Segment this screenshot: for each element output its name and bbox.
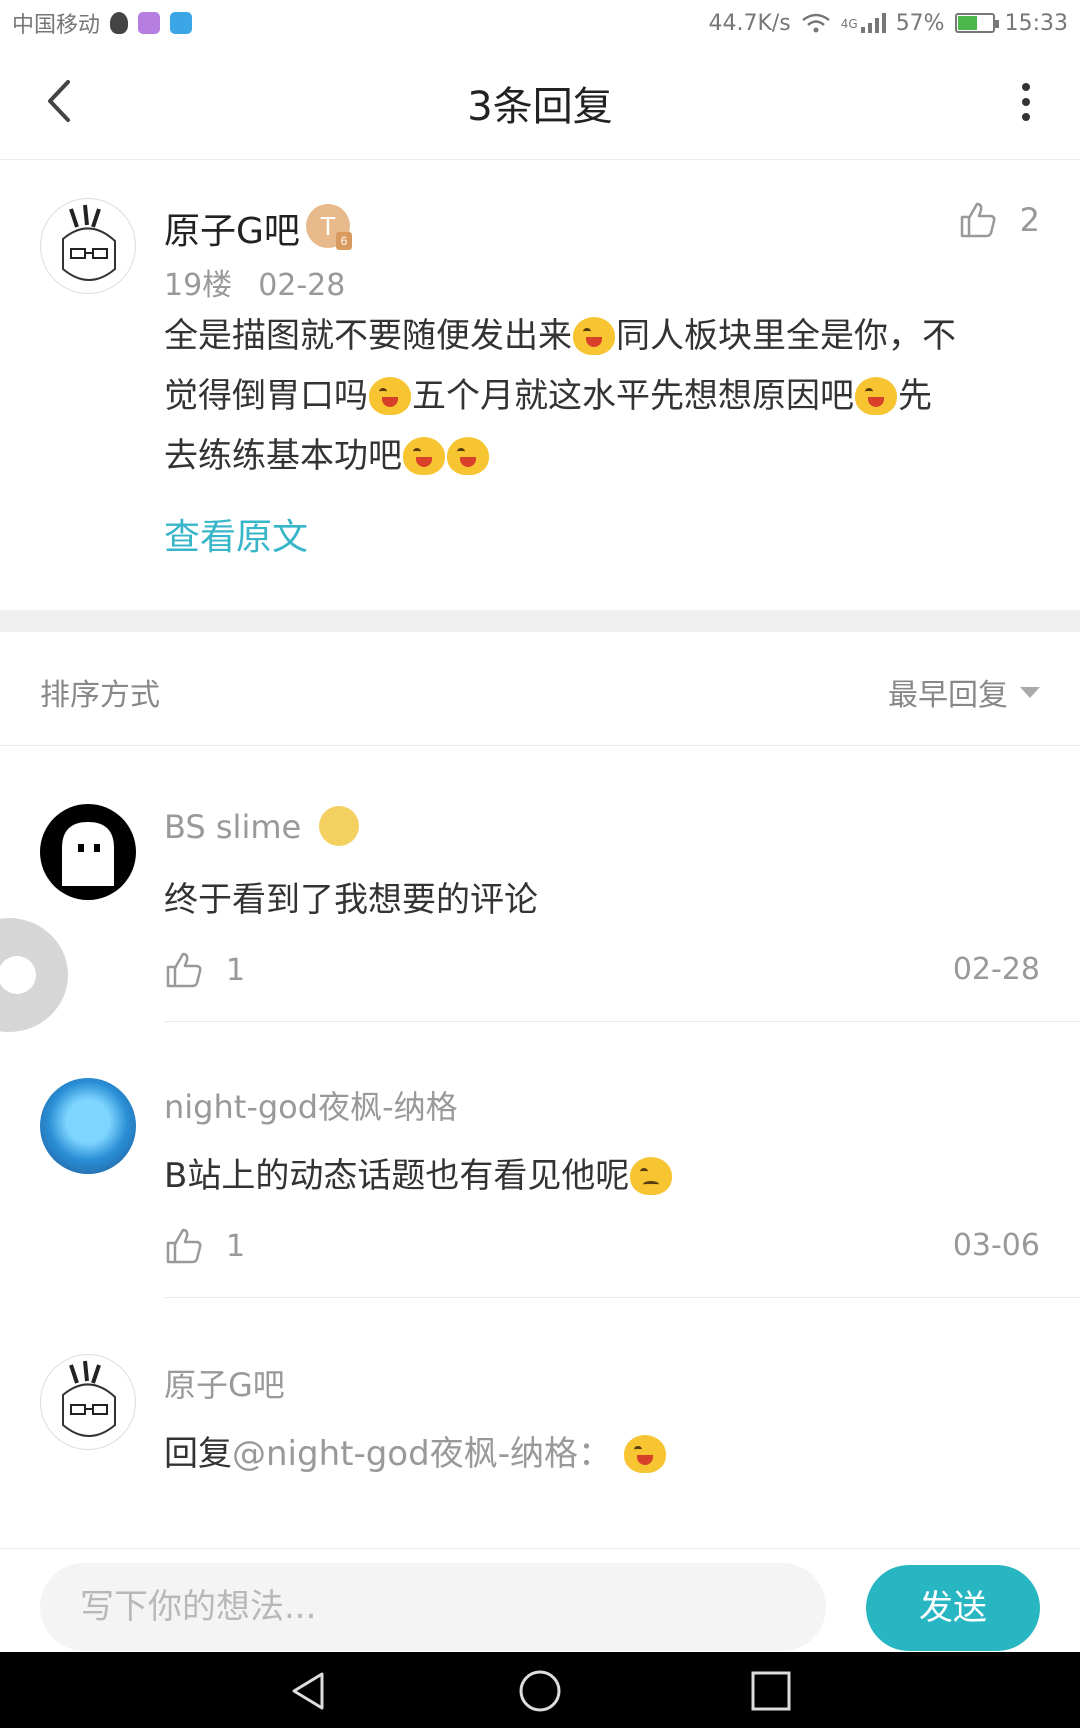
status-bar: 中国移动 44.7K/s 4G 57% 15:33	[0, 0, 1080, 46]
nav-back-icon[interactable]	[286, 1668, 332, 1714]
wifi-icon	[801, 13, 830, 33]
reply-author-name[interactable]: night-god夜枫-纳格	[164, 1082, 458, 1128]
laugh-emoji-icon	[573, 317, 615, 355]
level-badge-icon: T 6	[306, 204, 352, 250]
send-button[interactable]: 发送	[866, 1565, 1040, 1651]
signal-icon	[860, 13, 886, 33]
qq-icon	[110, 12, 129, 34]
sort-label: 排序方式	[40, 678, 160, 713]
sketch-avatar-image	[62, 204, 116, 281]
like-count: 1	[226, 1228, 246, 1264]
reply-date: 03-06	[952, 1228, 1040, 1263]
laugh-emoji-icon	[855, 377, 897, 415]
post-content-line: 去练练基本功吧	[164, 426, 1044, 486]
reply-text: B站上的动态话题也有看见他呢	[164, 1148, 673, 1197]
post-floor: 19楼	[164, 268, 233, 303]
dropdown-arrow-icon	[1020, 686, 1040, 698]
laugh-emoji-icon	[369, 377, 411, 415]
badge-level: 6	[336, 232, 352, 250]
clock: 15:33	[1004, 10, 1068, 36]
sweat-emoji-icon	[630, 1157, 673, 1195]
like-button[interactable]: 2	[958, 200, 1040, 240]
comment-input-bar: 写下你的想法... 发送	[0, 1548, 1080, 1652]
reply-author-text: BS slime	[164, 808, 302, 846]
nav-home-icon[interactable]	[517, 1668, 563, 1714]
network-type: 4G	[840, 16, 858, 31]
post-author-name[interactable]: 原子G吧	[164, 202, 300, 254]
thumbs-up-icon	[166, 1228, 202, 1264]
reply-author-name[interactable]: 原子G吧	[164, 1360, 285, 1406]
sort-bar: 排序方式 最早回复	[0, 632, 1080, 746]
post-meta: 19楼 02-28	[164, 260, 345, 304]
sort-dropdown[interactable]: 最早回复	[888, 670, 1040, 714]
laugh-emoji-icon	[447, 437, 489, 475]
section-divider	[0, 610, 1080, 632]
more-options-icon[interactable]	[1018, 82, 1034, 122]
post-content-text: 同人板块里全是你，不	[616, 316, 956, 356]
thumbs-up-icon	[166, 952, 202, 988]
network-speed: 44.7K/s	[708, 10, 791, 36]
user-decoration-icon	[319, 806, 360, 846]
reply-text-content: B站上的动态话题也有看见他呢	[164, 1156, 630, 1196]
like-count: 2	[1019, 201, 1040, 239]
post-content-text: 五个月就这水平先想想原因吧	[412, 376, 854, 416]
comment-input[interactable]: 写下你的想法...	[40, 1563, 826, 1651]
laugh-emoji-icon	[403, 437, 445, 475]
carrier-label: 中国移动	[12, 13, 101, 38]
main-post: 原子G吧 T 6 19楼 02-28 2 全是描图就不要随便发出来 同人板块里全是你…	[0, 160, 1080, 610]
like-button[interactable]: 1	[164, 1226, 245, 1266]
thumbs-up-icon	[960, 202, 996, 238]
reply-text: 回复@night-god夜枫-纳格：	[164, 1426, 667, 1475]
avatar[interactable]	[40, 1078, 136, 1174]
battery-percent: 57%	[895, 10, 945, 36]
ghost-avatar-image	[62, 822, 114, 886]
title-bar: 3条回复	[0, 46, 1080, 160]
avatar[interactable]	[40, 1354, 136, 1450]
system-nav-bar	[0, 1652, 1080, 1728]
app-notification-icon	[170, 12, 193, 34]
reply-author-name[interactable]: BS slime	[164, 806, 360, 846]
reply-item: 原子G吧 回复@night-god夜枫-纳格：	[0, 1298, 1080, 1518]
post-date: 02-28	[258, 268, 346, 303]
sort-value: 最早回复	[888, 678, 1008, 713]
post-content: 全是描图就不要随便发出来 同人板块里全是你，不觉得倒胃口吗 五个月就这水平先想想原因…	[164, 306, 1044, 486]
post-content-text: 全是描图就不要随便发出来	[164, 316, 572, 356]
badge-letter: T	[320, 211, 336, 241]
post-content-text: 觉得倒胃口吗	[164, 376, 368, 416]
page-title: 3条回复	[467, 84, 613, 130]
avatar[interactable]	[40, 804, 136, 900]
view-original-link[interactable]: 查看原文	[164, 508, 308, 560]
reply-item: BS slime 终于看到了我想要的评论 1 02-28	[0, 746, 1080, 1022]
avatar[interactable]	[40, 198, 136, 294]
post-content-text: 去练练基本功吧	[164, 436, 402, 476]
reply-date: 02-28	[952, 952, 1040, 987]
battery-fill	[957, 16, 977, 30]
mention-link[interactable]: @night-god夜枫-纳格：	[232, 1434, 612, 1474]
reply-prefix: 回复	[164, 1434, 232, 1474]
like-count: 1	[226, 952, 246, 988]
post-content-line: 全是描图就不要随便发出来 同人板块里全是你，不	[164, 306, 1044, 366]
nav-recents-icon[interactable]	[748, 1668, 794, 1714]
post-content-line: 觉得倒胃口吗 五个月就这水平先想想原因吧 先	[164, 366, 1044, 426]
reply-item: night-god夜枫-纳格 B站上的动态话题也有看见他呢 1 03-06	[0, 1022, 1080, 1298]
app-notification-icon	[138, 12, 161, 34]
post-content-text: 先	[898, 376, 932, 416]
sketch-avatar-image	[62, 1360, 116, 1437]
battery-icon	[954, 13, 999, 33]
laugh-emoji-icon	[623, 1435, 666, 1473]
like-button[interactable]: 1	[164, 950, 245, 990]
reply-text: 终于看到了我想要的评论	[164, 880, 538, 920]
